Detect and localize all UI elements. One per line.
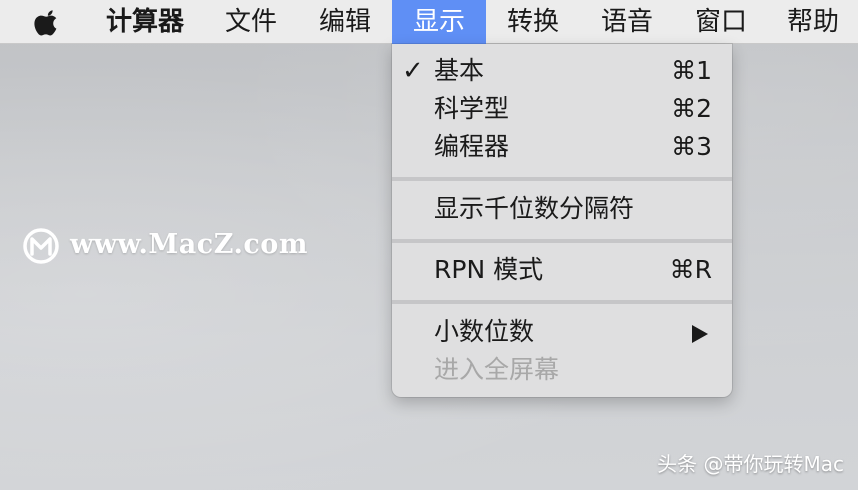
menu-speech[interactable]: 语音 [586,0,668,44]
apple-logo-icon[interactable] [33,8,61,38]
menu-separator [392,300,732,304]
menu-bar: 计算器 文件 编辑 显示 转换 语音 窗口 帮助 [0,0,858,44]
menu-calculator[interactable]: 计算器 [92,0,198,44]
keyboard-shortcut: ⌘2 [671,94,712,123]
menu-item-label: 基本 [434,56,485,85]
menu-separator [392,239,732,243]
keyboard-shortcut: ⌘R [669,255,712,284]
submenu-arrow-icon [692,325,708,343]
macz-logo-icon [23,228,59,264]
menu-separator [392,177,732,181]
menu-convert[interactable]: 转换 [492,0,574,44]
checkmark-icon: ✓ [402,56,424,86]
menu-item-scientific[interactable]: 科学型 ⌘2 [392,90,732,128]
view-menu-dropdown: ✓ 基本 ⌘1 科学型 ⌘2 编程器 ⌘3 显示千位数分隔符 RPN 模式 ⌘R… [392,44,732,397]
menu-item-label: 进入全屏幕 [434,355,560,384]
menu-item-basic[interactable]: ✓ 基本 ⌘1 [392,52,732,90]
menu-item-label: RPN 模式 [434,255,544,284]
menu-item-label: 显示千位数分隔符 [434,194,635,223]
keyboard-shortcut: ⌘1 [671,56,712,85]
menu-item-label: 小数位数 [434,317,535,346]
menu-help[interactable]: 帮助 [772,0,854,44]
menu-item-enter-full-screen: 进入全屏幕 [392,351,732,389]
menu-item-programmer[interactable]: 编程器 ⌘3 [392,128,732,166]
watermark-credit-text: 头条 @带你玩转Mac [657,452,844,476]
menu-window[interactable]: 窗口 [680,0,762,44]
menu-view[interactable]: 显示 [392,0,486,44]
menu-item-rpn-mode[interactable]: RPN 模式 ⌘R [392,251,732,289]
menu-file[interactable]: 文件 [210,0,292,44]
menu-item-label: 编程器 [434,132,510,161]
keyboard-shortcut: ⌘3 [671,132,712,161]
menu-edit[interactable]: 编辑 [304,0,386,44]
watermark-site-text: www.MacZ.com [70,229,308,260]
menu-item-decimal-places[interactable]: 小数位数 [392,313,732,351]
menu-item-label: 科学型 [434,94,510,123]
menu-item-thousands-separator[interactable]: 显示千位数分隔符 [392,190,732,228]
